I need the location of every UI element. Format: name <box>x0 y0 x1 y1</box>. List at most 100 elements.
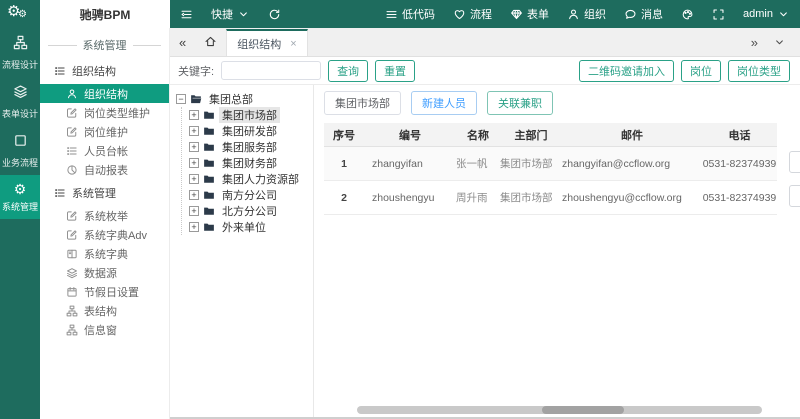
folder-icon <box>203 157 215 169</box>
quick-menu-label: 快捷 <box>211 9 233 21</box>
qr-invite-button[interactable]: 二维码邀请加入 <box>579 59 674 82</box>
layers-icon <box>13 84 28 99</box>
table-header: 序号 编号 名称 主部门 邮件 电话 <box>324 123 777 147</box>
tree-expand-icon[interactable]: + <box>189 142 199 152</box>
list-icon <box>54 65 66 77</box>
gem-icon <box>510 8 523 21</box>
chevron-down-icon <box>777 8 790 21</box>
gear-icon: ⚙ <box>13 181 27 197</box>
rail-item-business-process[interactable]: 业务流程 <box>0 126 40 175</box>
tree-node-north-branch[interactable]: + 北方分公司 <box>189 203 313 219</box>
table-row[interactable]: 2 zhoushengyu 周升雨 集团市场部 zhoushengyu@ccfl… <box>324 181 777 215</box>
sidebar-group-org[interactable]: 组织结构 <box>40 57 169 84</box>
edit-icon <box>66 126 78 138</box>
sidebar-item-post-maintain[interactable]: 岗位维护 <box>40 122 169 141</box>
app-logo[interactable]: ⚙ ⚙ <box>0 0 40 28</box>
org-tree: − 集团总部 + 集团市场部 + 集团研发部 + 集团服务部 + 集团财务部 +… <box>170 85 314 417</box>
fullscreen-icon[interactable] <box>712 8 725 21</box>
nav-message[interactable]: 消息 <box>624 6 663 22</box>
tree-expand-icon[interactable]: + <box>189 110 199 120</box>
sidebar-item-system-dict[interactable]: 系统字典 <box>40 244 169 263</box>
rail-item-system-admin[interactable]: ⚙ 系统管理 <box>0 175 40 219</box>
book-icon <box>66 248 78 260</box>
user-menu[interactable]: admin <box>743 8 790 21</box>
folder-icon <box>203 141 215 153</box>
post-button[interactable]: 岗位 <box>681 59 721 82</box>
tree-expand-icon[interactable]: + <box>189 158 199 168</box>
sidebar-item-post-type[interactable]: 岗位类型维护 <box>40 103 169 122</box>
sidebar-group-system[interactable]: 系统管理 <box>40 179 169 206</box>
new-person-button[interactable]: 新建人员 <box>411 91 477 115</box>
folder-icon <box>203 109 215 121</box>
sidebar-item-org-structure[interactable]: 组织结构 <box>40 84 169 103</box>
tree-node-rd[interactable]: + 集团研发部 <box>189 123 313 139</box>
app-title: 驰骋BPM <box>40 0 170 28</box>
tab-org-structure[interactable]: 组织结构 × <box>226 29 308 56</box>
horizontal-scrollbar[interactable] <box>357 406 762 414</box>
tree-expand-icon[interactable]: + <box>189 126 199 136</box>
close-icon[interactable]: × <box>290 38 296 50</box>
rail-item-process-design[interactable]: 流程设计 <box>0 28 40 77</box>
table-row[interactable]: 1 zhangyifan 张一帆 集团市场部 zhangyifan@ccflow… <box>324 147 777 181</box>
nav-flow[interactable]: 流程 <box>453 6 492 22</box>
tree-root[interactable]: − 集团总部 <box>176 91 313 107</box>
quick-menu[interactable]: 快捷 <box>211 6 250 22</box>
nav-lowcode[interactable]: 低代码 <box>385 6 435 22</box>
tree-node-south-branch[interactable]: + 南方分公司 <box>189 187 313 203</box>
tree-expand-icon[interactable]: + <box>189 206 199 216</box>
edit-icon <box>66 210 78 222</box>
app-root: ⚙ ⚙ 驰骋BPM 快捷 低代码 流程 表单 组织 消息 admin 流程设计 … <box>0 0 800 419</box>
refresh-icon[interactable] <box>268 8 281 21</box>
folder-icon <box>203 189 215 201</box>
tree-expand-icon[interactable]: + <box>189 222 199 232</box>
user-icon <box>567 8 580 21</box>
username: admin <box>743 8 773 20</box>
sidebar-item-auto-report[interactable]: 自动报表 <box>40 160 169 179</box>
edit-icon <box>66 107 78 119</box>
search-button[interactable]: 查询 <box>328 59 369 82</box>
sidebar-item-holiday-setting[interactable]: 节假日设置 <box>40 282 169 301</box>
sidebar-item-personnel-ledger[interactable]: 人员台帐 <box>40 141 169 160</box>
row-action-button[interactable] <box>789 185 800 207</box>
sidebar-item-table-structure[interactable]: 表结构 <box>40 301 169 320</box>
nav-form[interactable]: 表单 <box>510 6 549 22</box>
expand-tabs-icon[interactable]: » <box>751 35 758 50</box>
list-icon <box>385 8 398 21</box>
sidebar-item-system-enum[interactable]: 系统枚举 <box>40 206 169 225</box>
folder-icon <box>203 205 215 217</box>
tree-expand-icon[interactable]: + <box>189 174 199 184</box>
tree-node-service[interactable]: + 集团服务部 <box>189 139 313 155</box>
chevron-down-icon <box>237 8 250 21</box>
sidebar-section-title: 系统管理 <box>48 37 161 53</box>
tree-node-hr[interactable]: + 集团人力资源部 <box>189 171 313 187</box>
person-table: 序号 编号 名称 主部门 邮件 电话 1 zhangyifan 张一帆 集团市场… <box>324 123 777 215</box>
theme-palette-icon[interactable] <box>681 8 694 21</box>
scrollbar-thumb[interactable] <box>542 406 624 414</box>
post-type-button[interactable]: 岗位类型 <box>728 59 790 82</box>
current-dept-button[interactable]: 集团市场部 <box>324 91 401 115</box>
tree-node-external[interactable]: + 外来单位 <box>189 219 313 235</box>
collapse-sidebar-icon[interactable]: « <box>170 36 195 49</box>
folder-icon <box>203 173 215 185</box>
nav-org[interactable]: 组织 <box>567 6 606 22</box>
keyword-input[interactable] <box>221 61 322 80</box>
reset-button[interactable]: 重置 <box>375 59 416 82</box>
row-action-button[interactable] <box>789 151 800 173</box>
tree-expand-icon[interactable]: + <box>189 190 199 200</box>
header-bar: 快捷 低代码 流程 表单 组织 消息 admin <box>170 0 800 28</box>
tree-node-finance[interactable]: + 集团财务部 <box>189 155 313 171</box>
folder-open-icon <box>190 93 202 105</box>
sidebar-item-datasource[interactable]: 数据源 <box>40 263 169 282</box>
rail-item-form-design[interactable]: 表单设计 <box>0 77 40 126</box>
link-parttime-button[interactable]: 关联兼职 <box>487 91 553 115</box>
pie-chart-icon <box>66 164 78 176</box>
tree-collapse-icon[interactable]: − <box>176 94 186 104</box>
tree-node-marketing[interactable]: + 集团市场部 <box>189 107 313 123</box>
menu-fold-icon[interactable] <box>180 8 193 21</box>
layers-icon <box>66 267 78 279</box>
sidebar-item-info-window[interactable]: 信息窗 <box>40 320 169 339</box>
home-icon[interactable] <box>195 35 226 50</box>
square-icon <box>13 133 28 148</box>
chevron-down-icon[interactable] <box>773 36 786 49</box>
sidebar-item-system-dict-adv[interactable]: 系统字典Adv <box>40 225 169 244</box>
